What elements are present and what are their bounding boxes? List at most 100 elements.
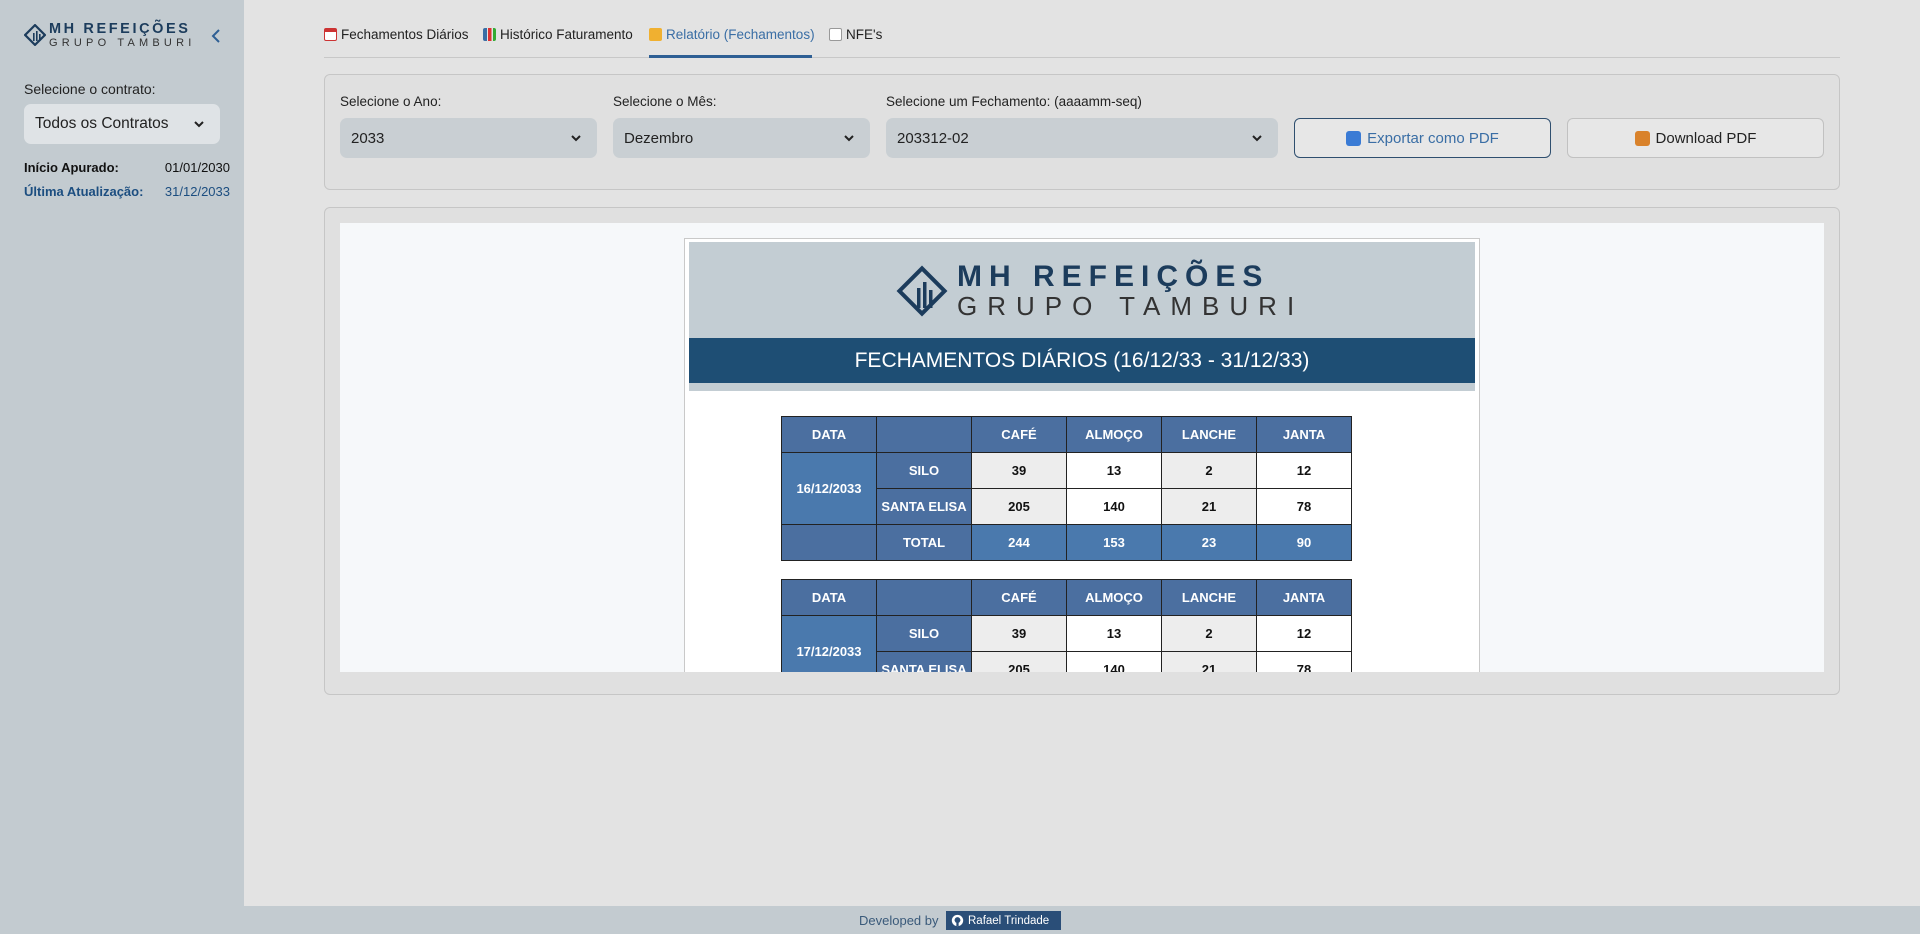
day-table: DATA CAFÉ ALMOÇO LANCHE JANTA 16/12/2033… xyxy=(781,416,1352,561)
tab-label: NFE's xyxy=(846,27,883,42)
contract-select-value: Todos os Contratos xyxy=(35,115,169,132)
header-cell: JANTA xyxy=(1256,416,1352,453)
pdf-viewer[interactable]: MH REFEIÇÕES GRUPO TAMBURI FECHAMENTOS D… xyxy=(340,223,1824,672)
table-row: 17/12/2033 SILO 39 13 2 12 xyxy=(781,615,1352,672)
fechamento-label: Selecione um Fechamento: (aaaamm-seq) xyxy=(886,94,1142,109)
chevron-down-icon xyxy=(844,135,854,142)
github-icon xyxy=(951,914,964,927)
tab-fechamentos-diarios[interactable]: Fechamentos Diários xyxy=(324,27,469,42)
fechamento-select[interactable]: 203312-02 xyxy=(886,118,1278,158)
logo-title: MH REFEIÇÕES xyxy=(49,21,191,37)
pdf-page: MH REFEIÇÕES GRUPO TAMBURI FECHAMENTOS D… xyxy=(684,238,1480,672)
location-cell: SILO xyxy=(876,615,972,652)
tab-nfes[interactable]: NFE's xyxy=(829,27,882,42)
ano-select[interactable]: 2033 xyxy=(340,118,597,158)
header-cell: CAFÉ xyxy=(971,416,1067,453)
value-cell: 39 xyxy=(971,615,1067,652)
value-cell: 205 xyxy=(971,488,1067,525)
chevron-down-icon xyxy=(1252,135,1262,142)
day-table: DATA CAFÉ ALMOÇO LANCHE JANTA 17/12/2033… xyxy=(781,579,1352,672)
tab-label: Fechamentos Diários xyxy=(341,27,469,42)
download-pdf-label: Download PDF xyxy=(1655,129,1757,147)
logo-diamond-icon xyxy=(24,24,46,47)
footer: Developed by Rafael Trindade xyxy=(0,906,1920,934)
value-cell: 2 xyxy=(1161,615,1257,652)
sidebar-logo: MH REFEIÇÕES GRUPO TAMBURI xyxy=(24,22,195,49)
report-title: FECHAMENTOS DIÁRIOS (16/12/33 - 31/12/33… xyxy=(689,338,1475,383)
fechamento-select-value: 203312-02 xyxy=(897,129,969,147)
header-cell xyxy=(876,579,972,616)
active-tab-indicator xyxy=(649,55,812,58)
value-cell: 21 xyxy=(1161,488,1257,525)
value-cell: 140 xyxy=(1066,651,1162,672)
author-name: Rafael Trindade xyxy=(968,914,1050,927)
table-row: 16/12/2033 SILO 39 13 2 12 xyxy=(781,452,1352,525)
table-header-row: DATA CAFÉ ALMOÇO LANCHE JANTA xyxy=(781,416,1352,453)
github-author-badge[interactable]: Rafael Trindade xyxy=(946,911,1061,930)
inicio-apurado-value: 01/01/2030 xyxy=(164,160,230,175)
open-folder-icon xyxy=(649,28,662,41)
report-logo: MH REFEIÇÕES GRUPO TAMBURI xyxy=(895,262,1304,319)
chevron-down-icon xyxy=(194,121,204,128)
inicio-apurado-label: Início Apurado: xyxy=(24,160,119,175)
header-cell: ALMOÇO xyxy=(1066,416,1162,453)
collapse-sidebar-button[interactable] xyxy=(208,26,224,46)
report-logo-title: MH REFEIÇÕES xyxy=(957,260,1270,293)
ultima-atualizacao-label: Última Atualização: xyxy=(24,184,144,199)
value-cell: 78 xyxy=(1256,651,1352,672)
total-cell: 23 xyxy=(1161,524,1257,561)
sidebar: MH REFEIÇÕES GRUPO TAMBURI Selecione o c… xyxy=(0,0,244,906)
value-cell: 78 xyxy=(1256,488,1352,525)
inicio-apurado-row: Início Apurado: 01/01/2030 xyxy=(24,160,230,175)
value-cell: 12 xyxy=(1256,615,1352,652)
calendar-icon xyxy=(324,28,337,41)
mes-select-value: Dezembro xyxy=(624,129,694,147)
contract-label: Selecione o contrato: xyxy=(24,81,156,97)
value-cell: 140 xyxy=(1066,488,1162,525)
document-icon xyxy=(829,28,842,41)
value-cell: 13 xyxy=(1066,615,1162,652)
inbox-tray-icon xyxy=(1634,130,1650,146)
logo-diamond-icon xyxy=(896,265,948,316)
value-cell: 39 xyxy=(971,452,1067,489)
ultima-atualizacao-row: Última Atualização: 31/12/2033 xyxy=(24,184,230,199)
total-cell: 153 xyxy=(1066,524,1162,561)
tab-label: Relatório (Fechamentos) xyxy=(666,27,815,42)
ano-select-value: 2033 xyxy=(351,129,385,147)
chevron-down-icon xyxy=(571,135,581,142)
location-cell: SILO xyxy=(876,452,972,489)
export-pdf-button[interactable]: Exportar como PDF xyxy=(1294,118,1551,158)
total-cell: 244 xyxy=(971,524,1067,561)
mes-select[interactable]: Dezembro xyxy=(613,118,870,158)
header-cell: DATA xyxy=(781,416,877,453)
value-cell: 205 xyxy=(971,651,1067,672)
value-cell: 13 xyxy=(1066,452,1162,489)
logo-subtitle: GRUPO TAMBURI xyxy=(49,36,196,49)
location-cell: SANTA ELISA xyxy=(876,488,972,525)
tab-bar: Fechamentos Diários Histórico Faturament… xyxy=(324,0,1840,58)
bar-chart-icon xyxy=(483,28,496,41)
download-pdf-button[interactable]: Download PDF xyxy=(1567,118,1824,158)
header-cell: DATA xyxy=(781,579,877,616)
value-cell: 12 xyxy=(1256,452,1352,489)
header-cell: JANTA xyxy=(1256,579,1352,616)
tab-relatorio-fechamentos[interactable]: Relatório (Fechamentos) xyxy=(649,27,815,42)
developed-by-text: Developed by xyxy=(859,913,939,928)
tab-label: Histórico Faturamento xyxy=(500,27,633,42)
header-cell: CAFÉ xyxy=(971,579,1067,616)
header-cell: ALMOÇO xyxy=(1066,579,1162,616)
contract-select[interactable]: Todos os Contratos xyxy=(24,104,220,144)
header-cell: LANCHE xyxy=(1161,579,1257,616)
date-cell: 16/12/2033 xyxy=(781,452,877,525)
mes-label: Selecione o Mês: xyxy=(613,94,717,109)
ultima-atualizacao-value: 31/12/2033 xyxy=(164,184,230,199)
chevron-left-icon xyxy=(211,29,220,43)
empty-cell xyxy=(781,524,877,561)
report-header: MH REFEIÇÕES GRUPO TAMBURI FECHAMENTOS D… xyxy=(689,242,1475,391)
location-cell: SANTA ELISA xyxy=(876,651,972,672)
export-pdf-label: Exportar como PDF xyxy=(1367,129,1499,147)
report-logo-subtitle: GRUPO TAMBURI xyxy=(957,291,1305,321)
header-cell xyxy=(876,416,972,453)
tab-historico-faturamento[interactable]: Histórico Faturamento xyxy=(483,27,633,42)
download-arrow-icon xyxy=(1346,130,1362,146)
